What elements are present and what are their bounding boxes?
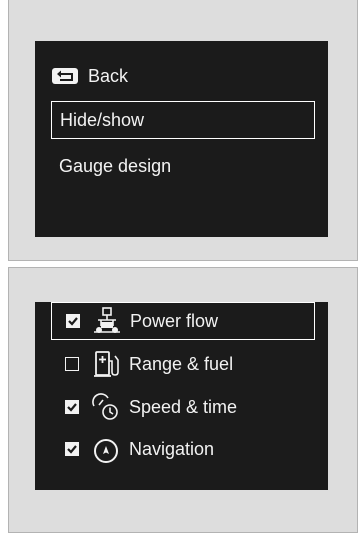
menu-item-gauge-design[interactable]: Gauge design	[35, 147, 328, 185]
display-screen-hide-show: Power flow Range & fuel Speed & time Nav…	[35, 302, 328, 490]
hide-show-label: Hide/show	[60, 109, 145, 130]
range-fuel-checkbox[interactable]	[65, 357, 79, 371]
list-item-speed-time[interactable]: Speed & time	[51, 388, 315, 426]
speed-time-icon	[92, 393, 118, 420]
back-arrow-icon	[52, 68, 78, 84]
power-flow-label: Power flow	[130, 310, 219, 331]
fuel-pump-icon	[94, 351, 119, 377]
back-button[interactable]: Back	[35, 57, 328, 95]
list-item-range-fuel[interactable]: Range & fuel	[51, 345, 315, 383]
power-flow-icon	[94, 307, 120, 333]
speed-time-checkbox[interactable]	[65, 400, 79, 414]
back-label: Back	[88, 65, 129, 86]
gauge-design-label: Gauge design	[59, 155, 172, 176]
power-flow-checkbox[interactable]	[66, 314, 80, 328]
menu-item-hide-show[interactable]: Hide/show	[51, 101, 315, 139]
navigation-checkbox[interactable]	[65, 442, 79, 456]
list-item-navigation[interactable]: Navigation	[51, 430, 315, 468]
display-screen-menu: Back Hide/show Gauge design	[35, 41, 328, 237]
list-item-power-flow[interactable]: Power flow	[51, 302, 315, 340]
hide-show-panel: Power flow Range & fuel Speed & time Nav…	[8, 267, 358, 533]
range-fuel-label: Range & fuel	[129, 353, 234, 374]
navigation-label: Navigation	[129, 438, 215, 459]
menu-panel: Back Hide/show Gauge design	[8, 0, 358, 261]
navigation-icon	[94, 439, 118, 463]
speed-time-label: Speed & time	[129, 396, 238, 417]
